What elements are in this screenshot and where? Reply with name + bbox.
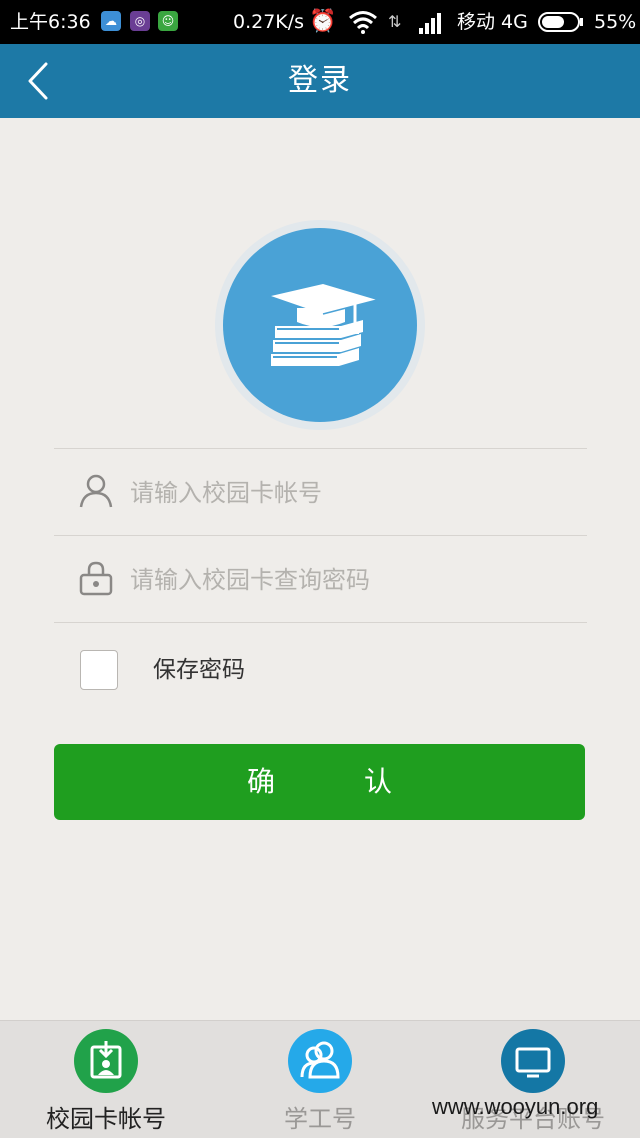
data-arrows-icon: ⇅ xyxy=(388,12,402,31)
carrier-label: 移动 4G xyxy=(457,11,528,33)
status-time: 上午6:36 xyxy=(10,11,91,33)
page-title: 登录 xyxy=(288,63,352,98)
alarm-icon: ⏰ xyxy=(309,9,337,34)
wifi-icon xyxy=(349,11,377,34)
watermark: www.wooyun.org xyxy=(432,1094,599,1119)
lock-icon xyxy=(79,561,113,596)
title-bar: 登录 xyxy=(0,44,640,118)
status-bar: 上午6:36 ☁ ◎ ☺ 0.27K/s ⏰ ⇅ 移动 4G 55% xyxy=(0,0,640,44)
bottom-nav: 校园卡帐号 学工号 服务平台账号 xyxy=(0,1020,640,1138)
save-password-checkbox[interactable] xyxy=(80,650,118,690)
cloud-app-icon: ☁ xyxy=(101,11,121,31)
nav-icon-bg xyxy=(501,1029,565,1093)
account-field xyxy=(54,449,587,535)
password-field xyxy=(54,536,587,622)
nav-item-student-id[interactable]: 学工号 xyxy=(240,1021,400,1138)
nav-item-card-account[interactable]: 校园卡帐号 xyxy=(26,1021,186,1138)
divider-bottom xyxy=(54,622,587,623)
monitor-icon xyxy=(515,1047,551,1078)
back-arrow-icon[interactable] xyxy=(18,58,64,104)
id-badge-icon xyxy=(90,1041,122,1079)
password-input[interactable] xyxy=(128,554,572,606)
signal-icon xyxy=(419,13,441,34)
user-icon xyxy=(79,474,113,508)
battery-percent: 55% xyxy=(594,11,637,33)
nav-label: 学工号 xyxy=(284,1105,356,1133)
account-input[interactable] xyxy=(128,467,572,519)
battery-icon xyxy=(538,12,583,32)
users-icon xyxy=(300,1041,340,1079)
graduation-cap-books-icon xyxy=(271,284,378,366)
nav-label: 校园卡帐号 xyxy=(46,1105,166,1133)
nav-item-service-platform[interactable]: 服务平台账号 xyxy=(453,1021,613,1138)
cat-app-icon: ☺ xyxy=(158,11,178,31)
network-speed: 0.27K/s xyxy=(233,11,305,33)
save-password-label: 保存密码 xyxy=(153,657,245,683)
camera-app-icon: ◎ xyxy=(130,11,150,31)
nav-icon-bg xyxy=(74,1029,138,1093)
nav-icon-bg xyxy=(288,1029,352,1093)
confirm-button[interactable]: 确 认 xyxy=(54,744,585,820)
